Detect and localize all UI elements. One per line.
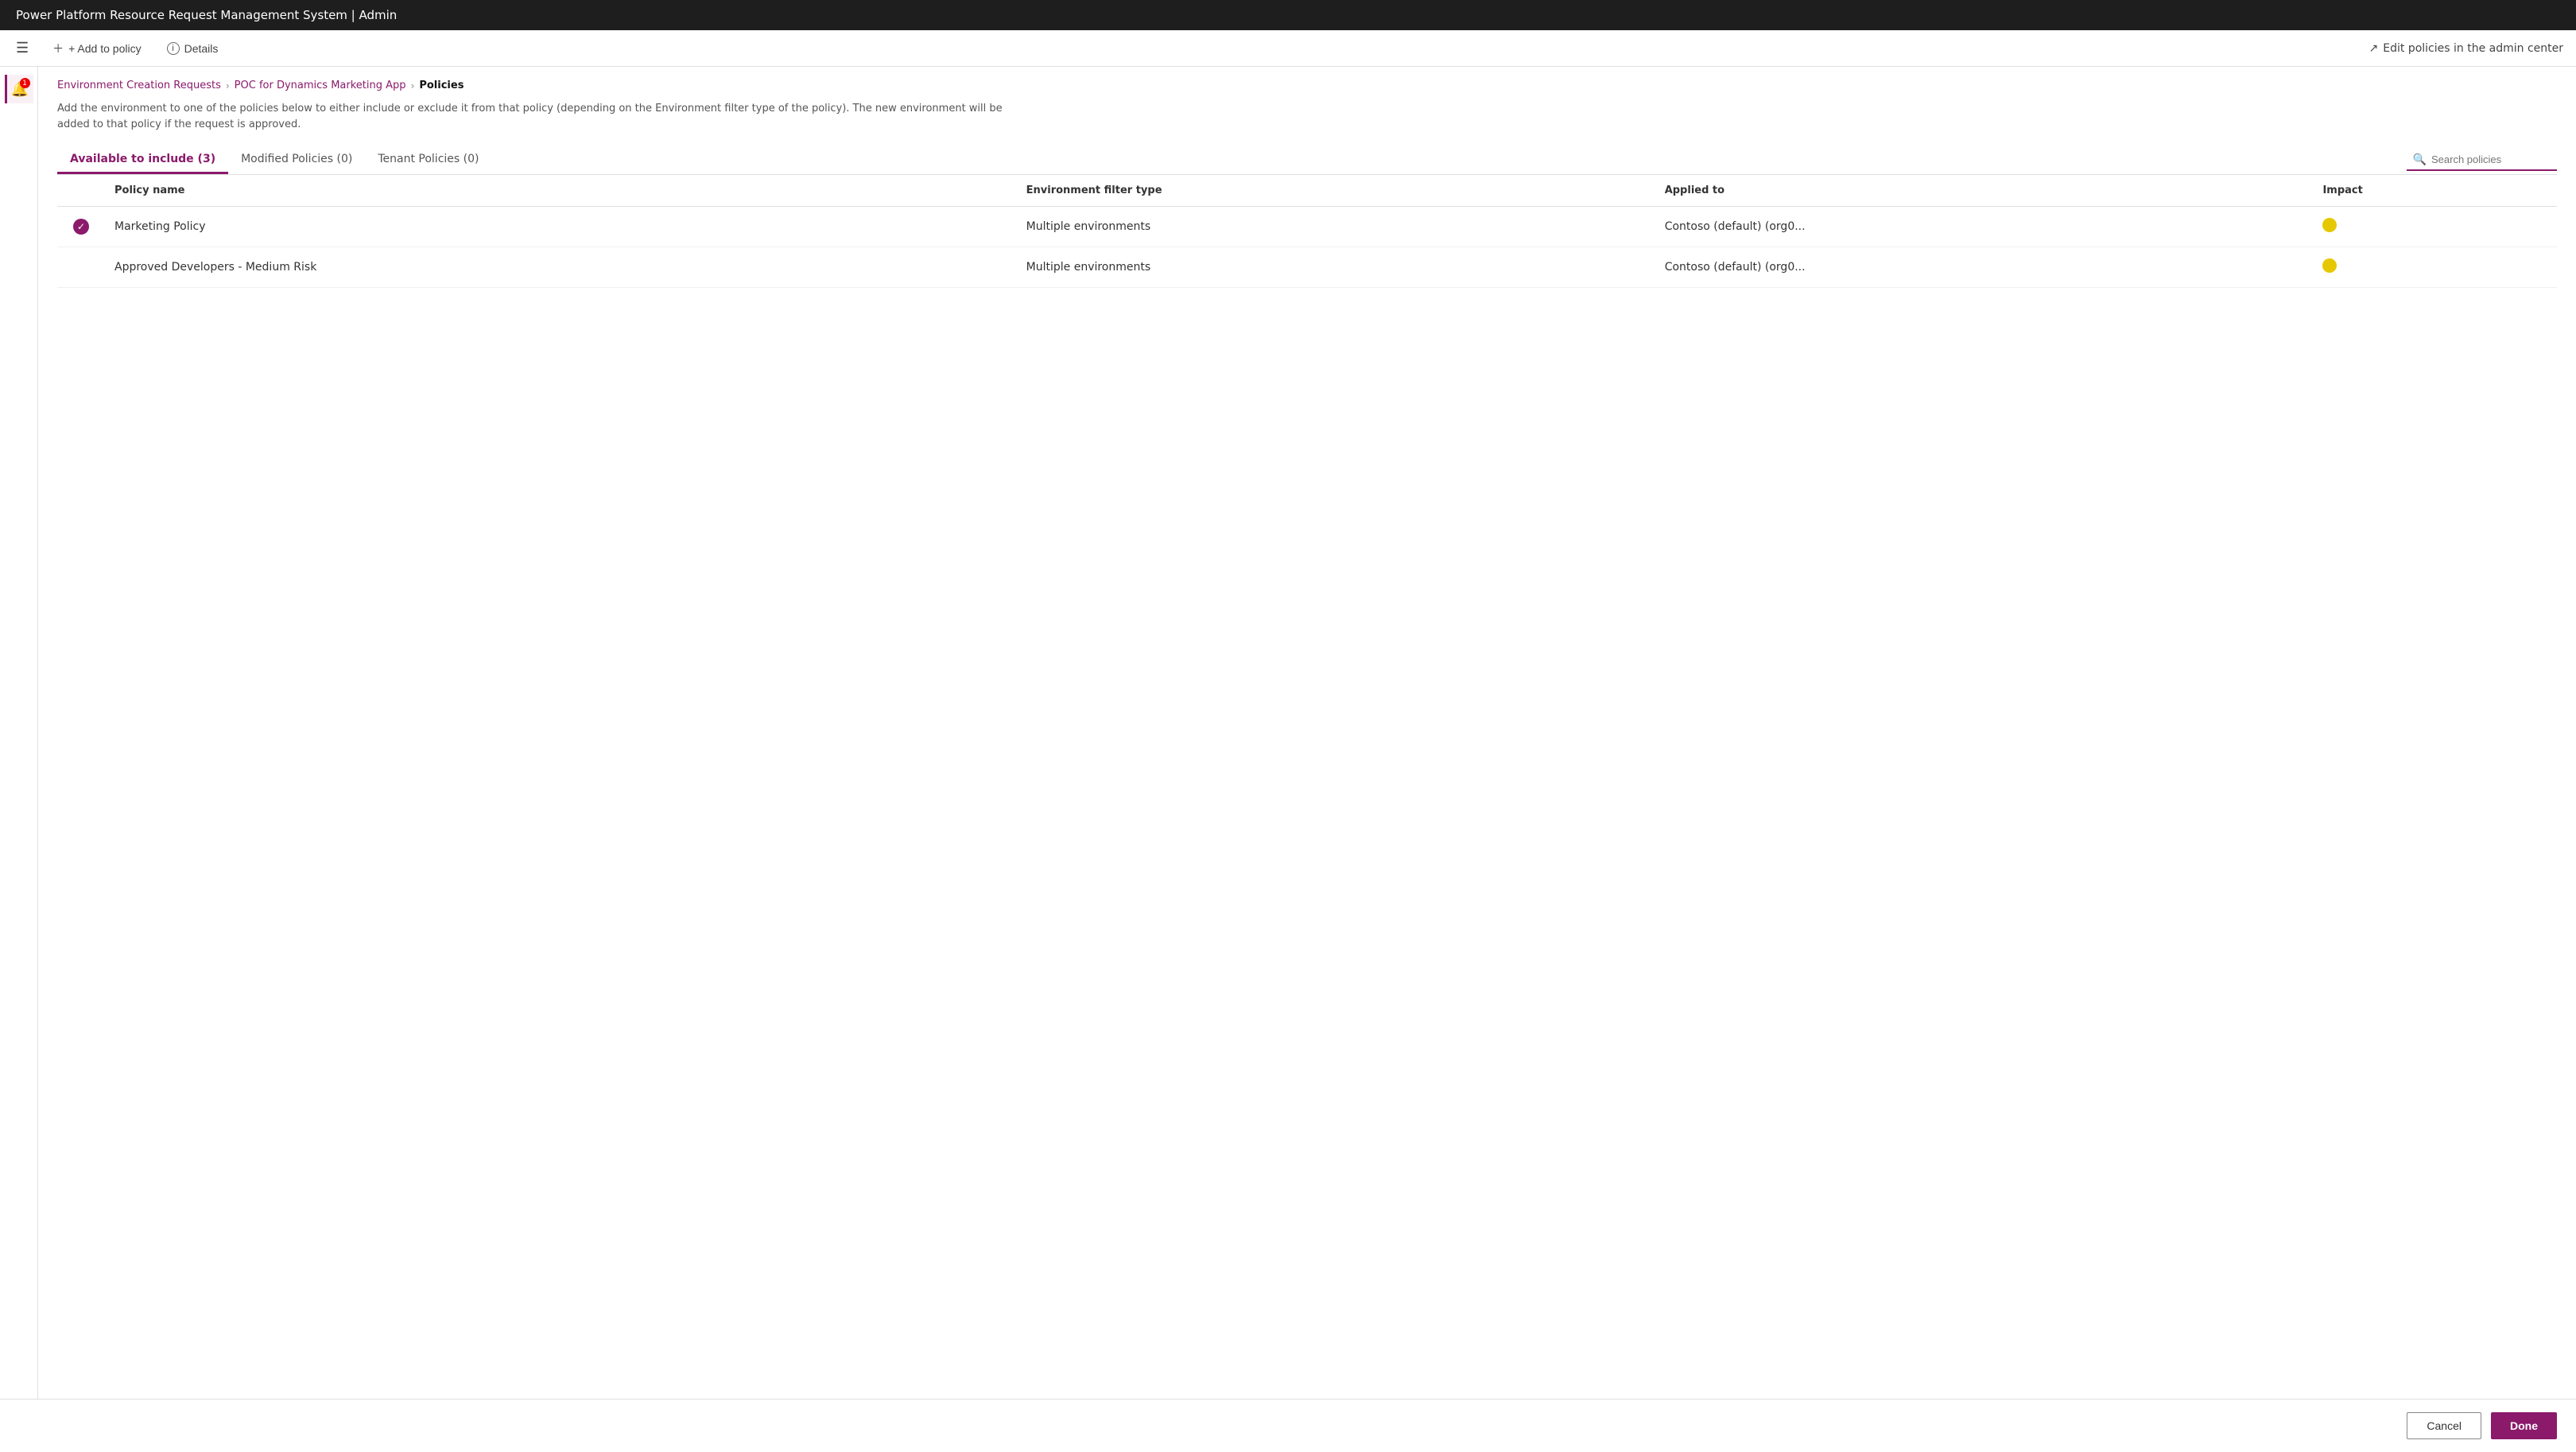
row-env-filter-type: Multiple environments	[1017, 247, 1655, 288]
policies-table: Policy name Environment filter type Appl…	[57, 175, 2557, 288]
sidebar-requests-icon[interactable]: 🔔 1	[5, 75, 33, 103]
search-input[interactable]	[2431, 153, 2551, 165]
cancel-button[interactable]: Cancel	[2407, 1412, 2481, 1439]
info-icon: i	[167, 42, 180, 55]
selected-check-icon: ✓	[73, 219, 89, 235]
impact-dot-icon	[2322, 258, 2337, 273]
tab-tenant-policies[interactable]: Tenant Policies (0)	[365, 146, 491, 174]
tab-available-to-include[interactable]: Available to include (3)	[57, 146, 228, 174]
row-policy-name: Approved Developers - Medium Risk	[105, 247, 1017, 288]
external-link-icon: ↗	[2369, 42, 2379, 55]
toolbar: ☰ ＋ + Add to policy i Details ↗ Edit pol…	[0, 30, 2576, 67]
edit-policies-label: Edit policies in the admin center	[2383, 42, 2563, 55]
col-header-applied-to: Applied to	[1655, 175, 2314, 207]
breadcrumb-current: Policies	[419, 80, 464, 91]
done-button[interactable]: Done	[2491, 1412, 2557, 1439]
table-row[interactable]: ✓ Marketing Policy Multiple environments…	[57, 207, 2557, 247]
row-impact	[2313, 207, 2557, 247]
row-select-cell	[57, 247, 105, 288]
app-body: 🔔 1 Environment Creation Requests › POC …	[0, 67, 2576, 1399]
main-content: Environment Creation Requests › POC for …	[38, 67, 2576, 1399]
description-text: Add the environment to one of the polici…	[57, 101, 1011, 132]
plus-icon: ＋	[52, 41, 64, 56]
col-header-env-filter: Environment filter type	[1017, 175, 1655, 207]
breadcrumb-item-1[interactable]: Environment Creation Requests	[57, 80, 221, 91]
details-label: Details	[184, 42, 219, 55]
row-applied-to: Contoso (default) (org0...	[1655, 207, 2314, 247]
breadcrumb-separator-1: ›	[226, 80, 230, 91]
edit-policies-link[interactable]: ↗ Edit policies in the admin center	[2369, 42, 2563, 55]
add-to-policy-label: + Add to policy	[68, 42, 141, 55]
add-to-policy-button[interactable]: ＋ + Add to policy	[48, 37, 145, 60]
col-header-policy-name: Policy name	[105, 175, 1017, 207]
sidebar: 🔔 1	[0, 67, 38, 1399]
search-box: 🔍	[2407, 150, 2557, 171]
impact-dot-icon	[2322, 218, 2337, 232]
breadcrumb-separator-2: ›	[411, 80, 415, 91]
toolbar-left: ☰ ＋ + Add to policy i Details	[13, 37, 223, 60]
row-select-cell: ✓	[57, 207, 105, 247]
notification-badge: 1	[20, 78, 30, 88]
breadcrumb: Environment Creation Requests › POC for …	[57, 80, 2557, 91]
title-text: Power Platform Resource Request Manageme…	[16, 8, 397, 22]
breadcrumb-item-2[interactable]: POC for Dynamics Marketing App	[235, 80, 406, 91]
col-header-impact: Impact	[2313, 175, 2557, 207]
tab-modified-policies[interactable]: Modified Policies (0)	[228, 146, 365, 174]
table-row[interactable]: Approved Developers - Medium Risk Multip…	[57, 247, 2557, 288]
row-env-filter-type: Multiple environments	[1017, 207, 1655, 247]
row-policy-name: Marketing Policy	[105, 207, 1017, 247]
search-icon: 🔍	[2413, 153, 2427, 166]
tabs-row: Available to include (3) Modified Polici…	[57, 146, 2557, 175]
row-impact	[2313, 247, 2557, 288]
title-bar: Power Platform Resource Request Manageme…	[0, 0, 2576, 30]
hamburger-menu-button[interactable]: ☰	[13, 37, 32, 60]
table-header-row: Policy name Environment filter type Appl…	[57, 175, 2557, 207]
footer: Cancel Done	[0, 1399, 2576, 1452]
row-applied-to: Contoso (default) (org0...	[1655, 247, 2314, 288]
details-button[interactable]: i Details	[162, 39, 223, 58]
table-container: Policy name Environment filter type Appl…	[57, 175, 2557, 1386]
col-header-select	[57, 175, 105, 207]
tabs-list: Available to include (3) Modified Polici…	[57, 146, 491, 174]
